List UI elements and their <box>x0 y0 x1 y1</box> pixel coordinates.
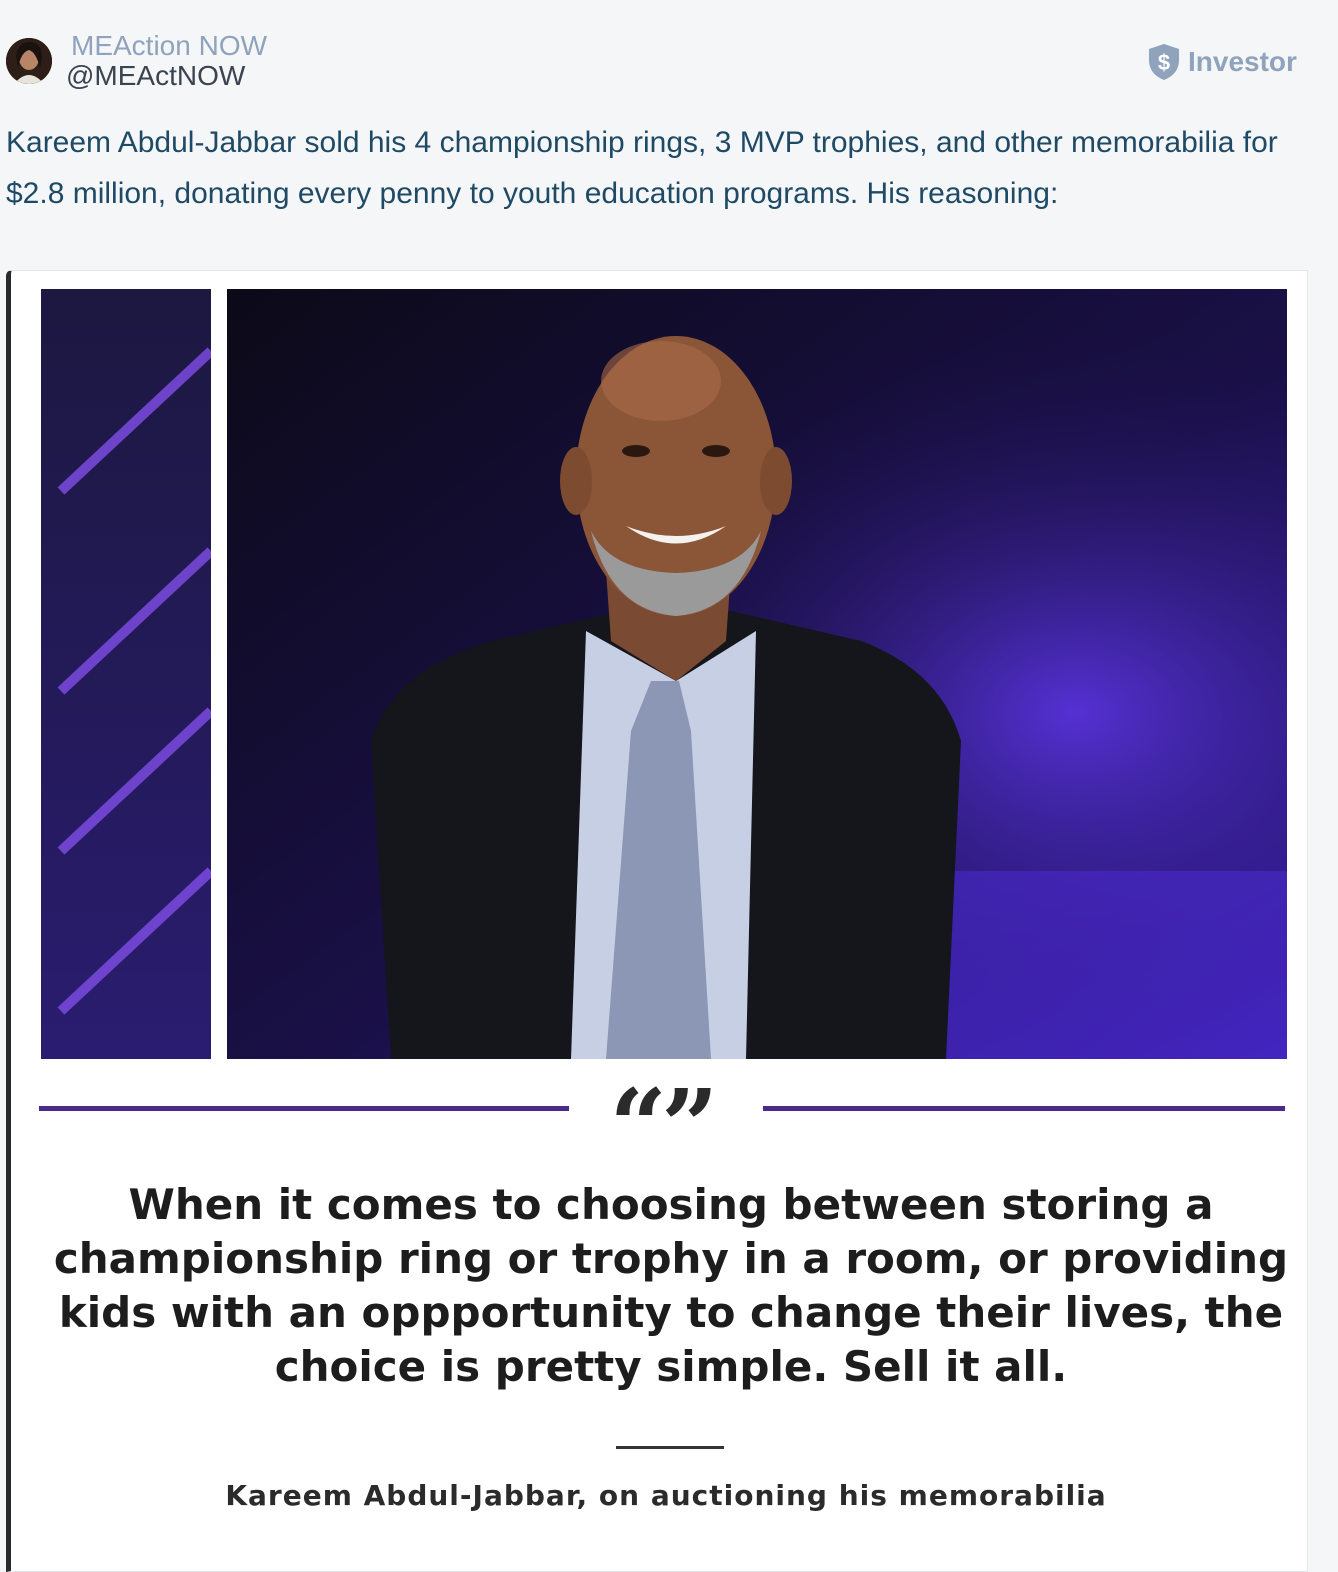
tweet-text: Kareem Abdul-Jabbar sold his 4 champions… <box>6 126 1278 210</box>
image-card[interactable]: “” When it comes to choosing between sto… <box>6 270 1308 1572</box>
portrait-photo <box>11 271 1307 1071</box>
shield-dollar-icon: $ <box>1149 44 1179 80</box>
badge-label: Investor <box>1188 46 1297 77</box>
author-name[interactable]: MEAction NOW <box>71 30 267 62</box>
quote-attribution: Kareem Abdul-Jabbar, on auctioning his m… <box>225 1479 1107 1512</box>
quote-marks-icon: “” <box>609 1067 718 1185</box>
author-handle[interactable]: @MEActNOW <box>66 60 245 92</box>
quote-divider-left <box>39 1106 569 1111</box>
svg-text:$: $ <box>1158 50 1170 75</box>
quote-divider-right <box>763 1106 1285 1111</box>
quote-text: When it comes to choosing between storin… <box>53 1180 1289 1391</box>
tweet-header: MEAction NOW @MEActNOW $ Investor <box>0 0 1338 110</box>
author-avatar[interactable] <box>6 38 52 84</box>
investor-badge[interactable]: $ Investor <box>1146 42 1297 82</box>
attribution-rule <box>616 1446 724 1449</box>
avatar-image <box>6 38 52 84</box>
